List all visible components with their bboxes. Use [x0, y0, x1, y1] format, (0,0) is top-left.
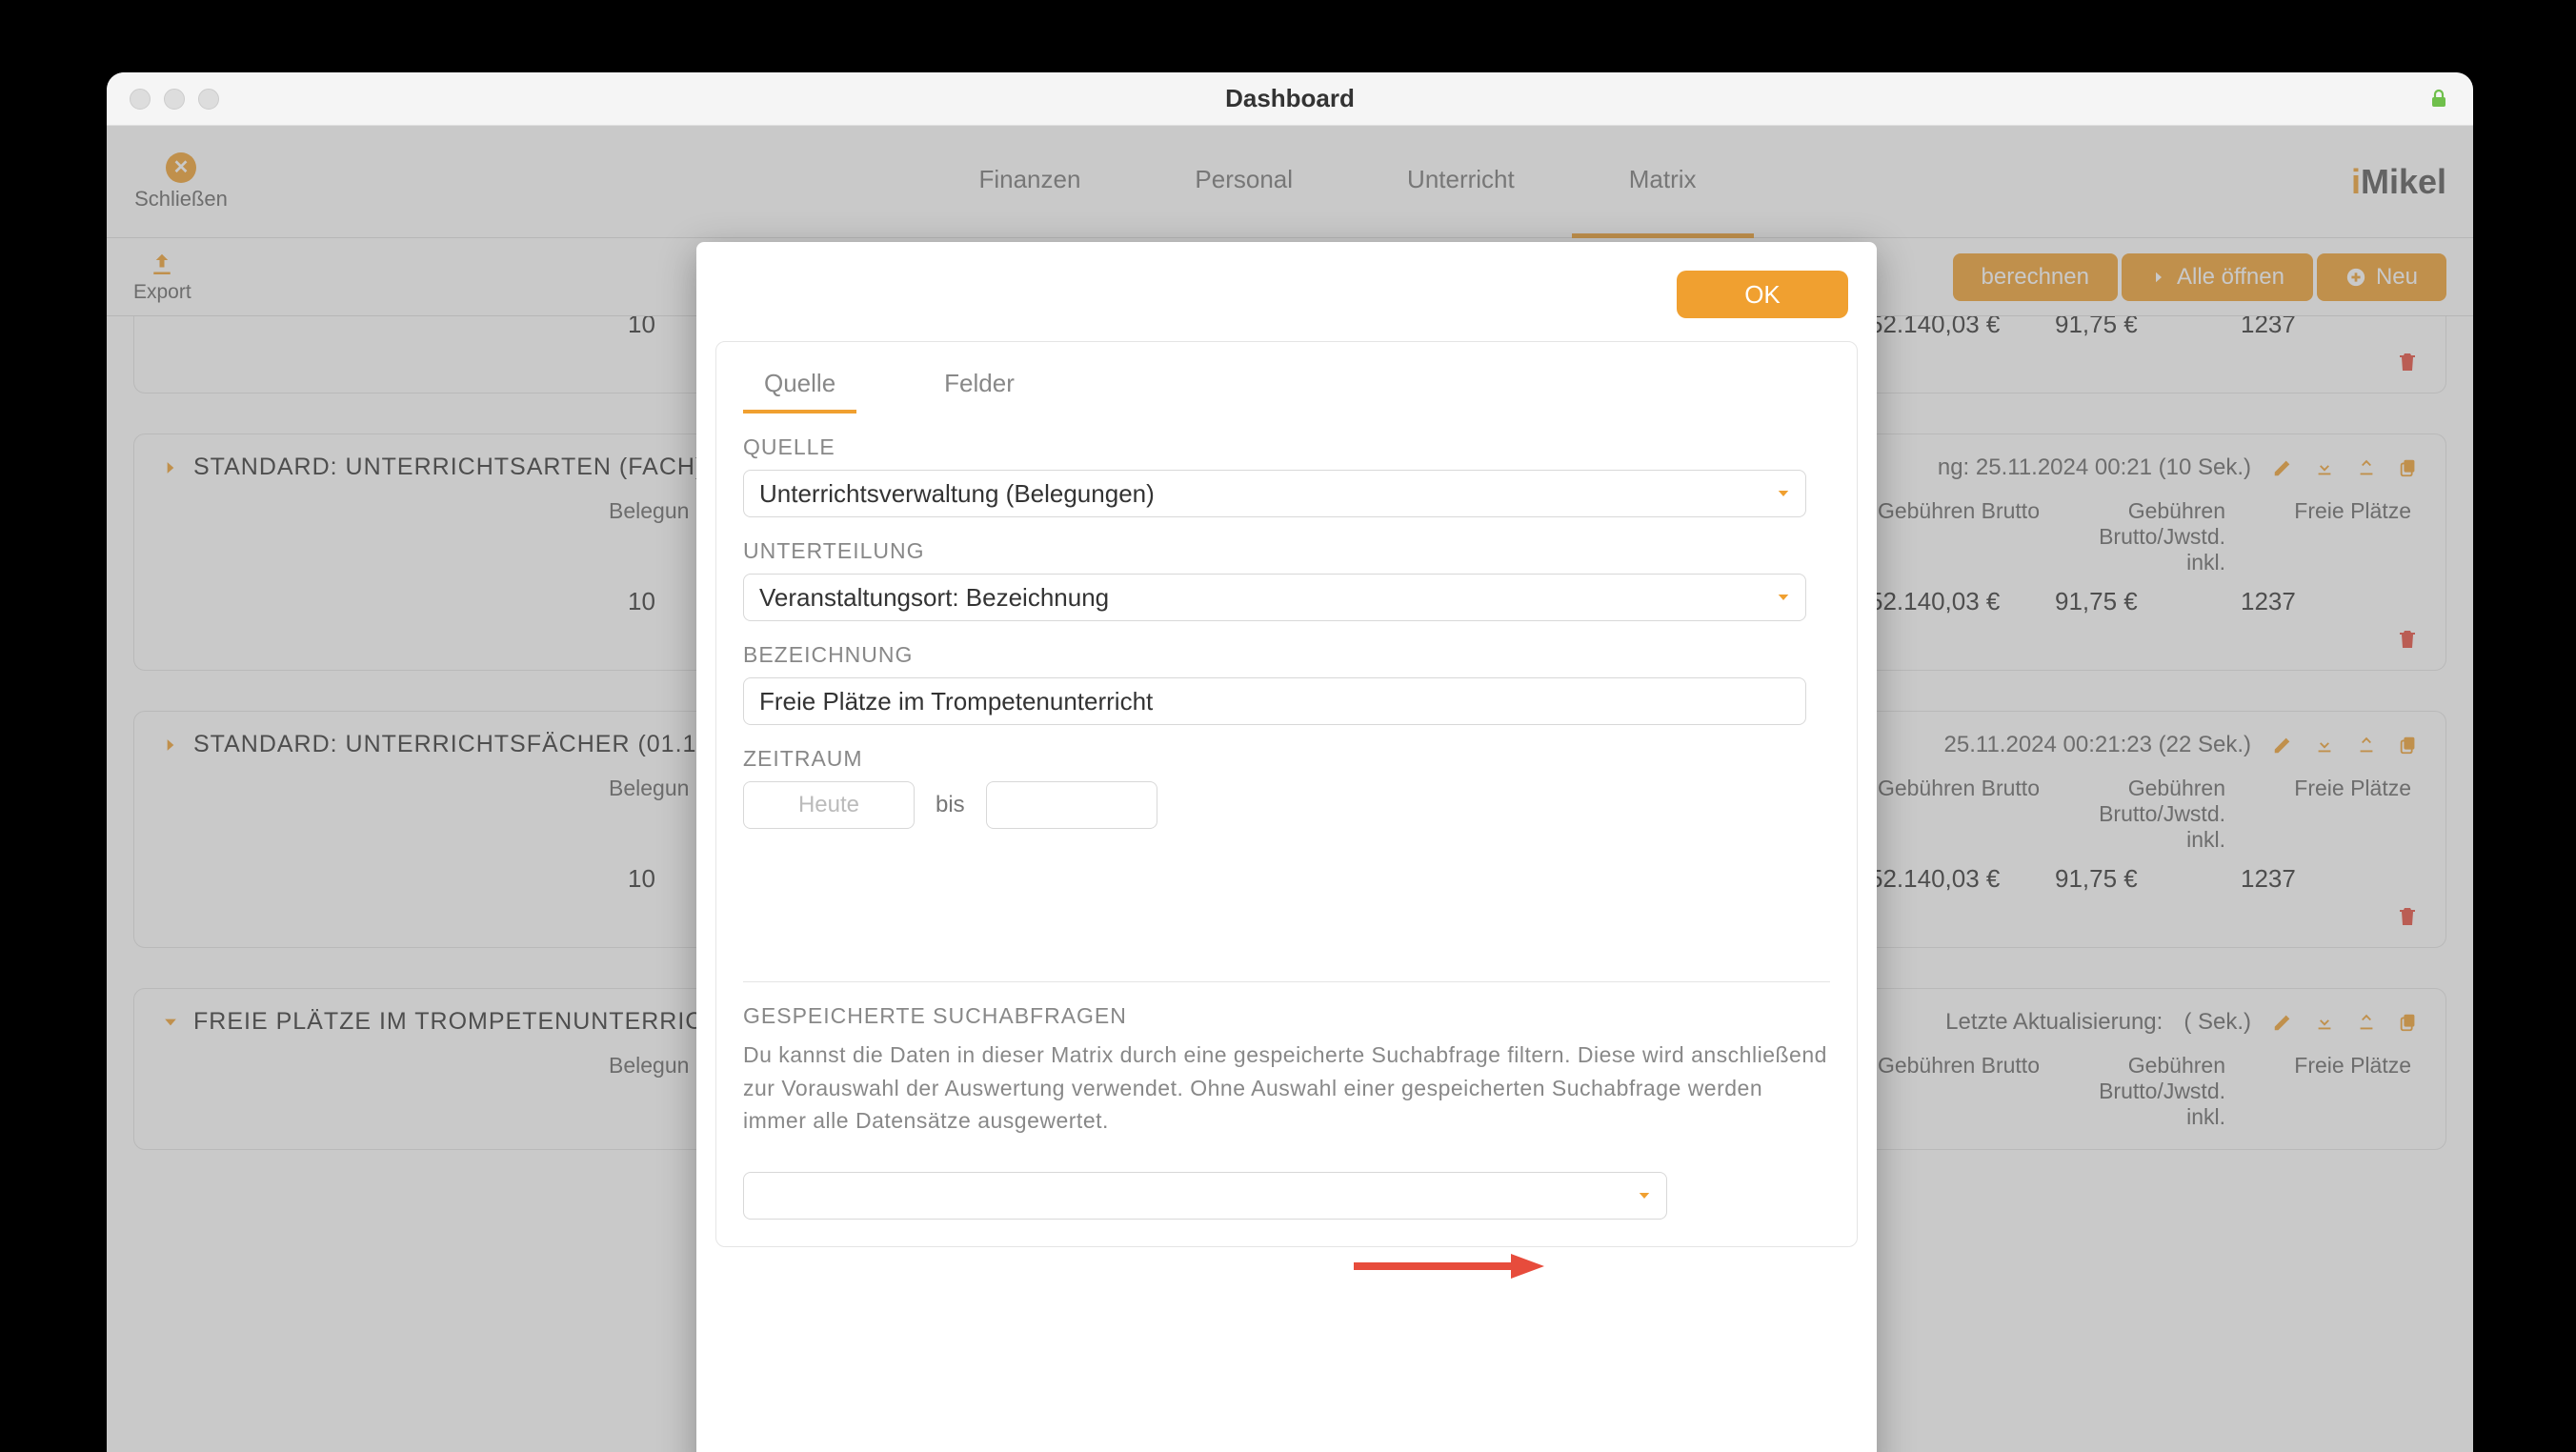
label-zeitraum: ZEITRAUM [743, 746, 1830, 772]
lock-icon [2427, 88, 2450, 111]
app-window: Dashboard ✕ Schließen Finanzen Personal … [107, 72, 2473, 1452]
unterteilung-select[interactable]: Veranstaltungsort: Bezeichnung [743, 574, 1806, 621]
label-unterteilung: UNTERTEILUNG [743, 538, 1830, 564]
label-quelle: QUELLE [743, 434, 1830, 460]
help-text: Du kannst die Daten in dieser Matrix dur… [743, 1039, 1830, 1138]
traffic-zoom[interactable] [198, 89, 219, 110]
chevron-down-icon [1775, 485, 1792, 502]
unterteilung-value: Veranstaltungsort: Bezeichnung [759, 583, 1109, 613]
window-title: Dashboard [107, 84, 2473, 113]
chevron-down-icon [1775, 589, 1792, 606]
bezeichnung-value: Freie Plätze im Trompetenunterricht [759, 687, 1153, 716]
modal-tab-felder[interactable]: Felder [923, 359, 1036, 413]
saved-search-select[interactable] [743, 1172, 1667, 1220]
heute-placeholder: Heute [798, 792, 859, 818]
zeitraum-from-input[interactable]: Heute [743, 781, 915, 829]
quelle-select[interactable]: Unterrichtsverwaltung (Belegungen) [743, 470, 1806, 517]
traffic-close[interactable] [130, 89, 151, 110]
chevron-down-icon [1636, 1187, 1653, 1204]
traffic-minimize[interactable] [164, 89, 185, 110]
label-bezeichnung: BEZEICHNUNG [743, 642, 1830, 668]
settings-modal: OK Quelle Felder QUELLE Unterrichtsverwa… [696, 242, 1877, 1452]
bezeichnung-input[interactable]: Freie Plätze im Trompetenunterricht [743, 677, 1806, 725]
label-gespeicherte: GESPEICHERTE SUCHABFRAGEN [743, 1003, 1830, 1029]
divider [743, 981, 1830, 982]
modal-tab-quelle[interactable]: Quelle [743, 359, 856, 413]
ok-button[interactable]: OK [1677, 271, 1848, 318]
quelle-value: Unterrichtsverwaltung (Belegungen) [759, 479, 1155, 509]
bis-label: bis [936, 792, 965, 818]
titlebar: Dashboard [107, 72, 2473, 126]
modal-panel: Quelle Felder QUELLE Unterrichtsverwaltu… [715, 341, 1858, 1247]
zeitraum-to-input[interactable] [986, 781, 1157, 829]
arrow-annotation [1354, 1252, 1544, 1281]
